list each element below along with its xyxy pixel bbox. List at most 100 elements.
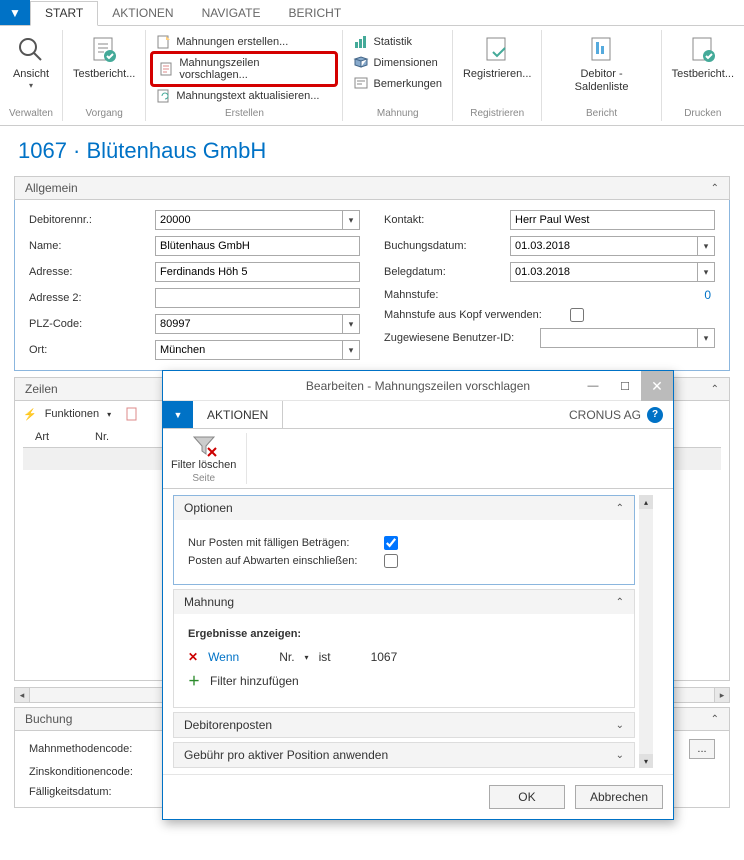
doc-icon[interactable] bbox=[125, 407, 139, 421]
mahnungstext-aktualisieren-label: Mahnungstext aktualisieren... bbox=[176, 90, 319, 102]
name-input[interactable] bbox=[155, 236, 360, 256]
chevron-up-icon: ⌃ bbox=[711, 183, 719, 194]
col-nr-header[interactable]: Nr. bbox=[83, 431, 143, 443]
statistik-button[interactable]: Statistik bbox=[349, 32, 446, 52]
menu-tabs: ▼ START AKTIONEN NAVIGATE BERICHT bbox=[0, 0, 744, 26]
file-menu[interactable]: ▼ bbox=[0, 0, 30, 25]
filter-hinzufuegen-link[interactable]: Filter hinzufügen bbox=[210, 674, 299, 688]
allgemein-header[interactable]: Allgemein ⌃ bbox=[14, 176, 730, 200]
maximize-button[interactable]: ☐ bbox=[609, 371, 641, 401]
plz-input[interactable] bbox=[155, 314, 342, 334]
debitorenposten-header[interactable]: Debitorenposten ⌄ bbox=[174, 713, 634, 737]
refresh-doc-icon bbox=[156, 88, 172, 104]
filter-value[interactable]: 1067 bbox=[371, 650, 398, 664]
mahnstufe-label: Mahnstufe: bbox=[384, 289, 504, 301]
debitorennr-dropdown[interactable]: ▾ bbox=[342, 210, 360, 230]
dialog-mahnungszeilen: Bearbeiten - Mahnungszeilen vorschlagen … bbox=[162, 370, 674, 820]
benutzerid-input[interactable] bbox=[540, 328, 697, 348]
ok-button[interactable]: OK bbox=[489, 785, 565, 809]
faelligkeitsdatum-label: Fälligkeitsdatum: bbox=[29, 786, 159, 798]
optionen-section: Optionen ⌃ Nur Posten mit fälligen Beträ… bbox=[173, 495, 635, 585]
registrieren-button[interactable]: Registrieren... bbox=[459, 32, 535, 83]
adresse-input[interactable] bbox=[155, 262, 360, 282]
dialog-tab-aktionen[interactable]: AKTIONEN bbox=[193, 401, 283, 428]
gebuehr-header[interactable]: Gebühr pro aktiver Position anwenden ⌄ bbox=[174, 743, 634, 767]
debitorennr-label: Debitorennr.: bbox=[29, 214, 149, 226]
scroll-left-arrow[interactable]: ◂ bbox=[14, 687, 30, 703]
minimize-button[interactable]: — bbox=[577, 371, 609, 401]
magnifier-icon bbox=[15, 34, 47, 66]
ist-label: ist bbox=[319, 650, 331, 664]
testbericht2-button[interactable]: Testbericht... bbox=[668, 32, 738, 83]
chevron-up-icon: ⌃ bbox=[616, 597, 624, 608]
debitorennr-input[interactable] bbox=[155, 210, 342, 230]
mahnungstext-aktualisieren-button[interactable]: Mahnungstext aktualisieren... bbox=[152, 86, 336, 106]
statistik-label: Statistik bbox=[373, 36, 412, 48]
optionen-header[interactable]: Optionen ⌃ bbox=[174, 496, 634, 520]
ansicht-button[interactable]: Ansicht ▾ bbox=[6, 32, 56, 92]
mahnmethodencode-lookup[interactable]: ... bbox=[689, 739, 715, 759]
adresse2-label: Adresse 2: bbox=[29, 292, 149, 304]
tab-start[interactable]: START bbox=[30, 1, 98, 26]
document-star-icon bbox=[156, 34, 172, 50]
posten-abwarten-label: Posten auf Abwarten einschließen: bbox=[188, 555, 378, 567]
belegdatum-input[interactable] bbox=[510, 262, 697, 282]
add-filter-icon[interactable]: ＋ bbox=[188, 672, 200, 689]
dropdown-arrow-icon: ▾ bbox=[29, 81, 33, 90]
posten-abwarten-checkbox[interactable] bbox=[384, 554, 398, 568]
benutzerid-dropdown[interactable]: ▾ bbox=[697, 328, 715, 348]
help-icon[interactable]: ? bbox=[647, 407, 663, 423]
bemerkungen-label: Bemerkungen bbox=[373, 78, 442, 90]
mahnstufe-kopf-label: Mahnstufe aus Kopf verwenden: bbox=[384, 309, 564, 321]
wenn-label: Wenn bbox=[208, 650, 239, 664]
mahnstufe-kopf-checkbox[interactable] bbox=[570, 308, 584, 322]
dialog-vertical-scrollbar[interactable]: ▴ ▾ bbox=[639, 495, 653, 768]
nur-posten-checkbox[interactable] bbox=[384, 536, 398, 550]
dialog-titlebar[interactable]: Bearbeiten - Mahnungszeilen vorschlagen … bbox=[163, 371, 673, 401]
testbericht-label: Testbericht... bbox=[73, 68, 135, 81]
ergebnisse-label: Ergebnisse anzeigen: bbox=[188, 628, 620, 640]
kontakt-label: Kontakt: bbox=[384, 214, 504, 226]
highlighted-action: Mahnungszeilen vorschlagen... bbox=[150, 51, 338, 87]
testbericht-button[interactable]: Testbericht... bbox=[69, 32, 139, 83]
kontakt-input[interactable] bbox=[510, 210, 715, 230]
chevron-down-icon: ⌄ bbox=[616, 750, 624, 761]
ansicht-label: Ansicht bbox=[13, 68, 49, 81]
tab-navigate[interactable]: NAVIGATE bbox=[188, 0, 275, 25]
scroll-right-arrow[interactable]: ▸ bbox=[714, 687, 730, 703]
scroll-up-arrow[interactable]: ▴ bbox=[639, 495, 653, 509]
dimensions-icon bbox=[353, 55, 369, 71]
adresse2-input[interactable] bbox=[155, 288, 360, 308]
dimensionen-button[interactable]: Dimensionen bbox=[349, 53, 446, 73]
debitor-saldenliste-button[interactable]: Debitor - Saldenliste bbox=[548, 32, 654, 96]
funktionen-menu[interactable]: Funktionen bbox=[45, 408, 99, 420]
buchungsdatum-dropdown[interactable]: ▾ bbox=[697, 236, 715, 256]
gebuehr-label: Gebühr pro aktiver Position anwenden bbox=[184, 748, 388, 762]
group-verwalten-label: Verwalten bbox=[6, 106, 56, 119]
company-name: CRONUS AG bbox=[569, 408, 641, 422]
scroll-down-arrow[interactable]: ▾ bbox=[639, 754, 653, 768]
mahnungszeilen-vorschlagen-button[interactable]: Mahnungszeilen vorschlagen... bbox=[155, 55, 333, 83]
belegdatum-dropdown[interactable]: ▾ bbox=[697, 262, 715, 282]
dialog-title-text: Bearbeiten - Mahnungszeilen vorschlagen bbox=[306, 379, 530, 393]
group-bericht-label: Bericht bbox=[548, 106, 654, 119]
buchungsdatum-input[interactable] bbox=[510, 236, 697, 256]
plz-dropdown[interactable]: ▾ bbox=[342, 314, 360, 334]
tab-aktionen[interactable]: AKTIONEN bbox=[98, 0, 187, 25]
filter-field-dropdown-icon[interactable]: ▾ bbox=[305, 653, 309, 662]
filter-field-select[interactable]: Nr. bbox=[279, 650, 294, 664]
tab-bericht[interactable]: BERICHT bbox=[274, 0, 355, 25]
close-button[interactable]: ✕ bbox=[641, 371, 673, 401]
report-check2-icon bbox=[687, 34, 719, 66]
ort-dropdown[interactable]: ▾ bbox=[342, 340, 360, 360]
filter-loeschen-button[interactable]: Filter löschen bbox=[171, 433, 236, 471]
chevron-up-icon: ⌃ bbox=[711, 384, 719, 395]
dialog-file-menu[interactable]: ▼ bbox=[163, 401, 193, 428]
remove-filter-icon[interactable]: ✕ bbox=[188, 650, 198, 664]
cancel-button[interactable]: Abbrechen bbox=[575, 785, 663, 809]
ort-input[interactable] bbox=[155, 340, 342, 360]
col-art-header[interactable]: Art bbox=[23, 431, 83, 443]
bemerkungen-button[interactable]: Bemerkungen bbox=[349, 74, 446, 94]
mahnung-acc-header[interactable]: Mahnung ⌃ bbox=[174, 590, 634, 614]
mahnungen-erstellen-button[interactable]: Mahnungen erstellen... bbox=[152, 32, 336, 52]
